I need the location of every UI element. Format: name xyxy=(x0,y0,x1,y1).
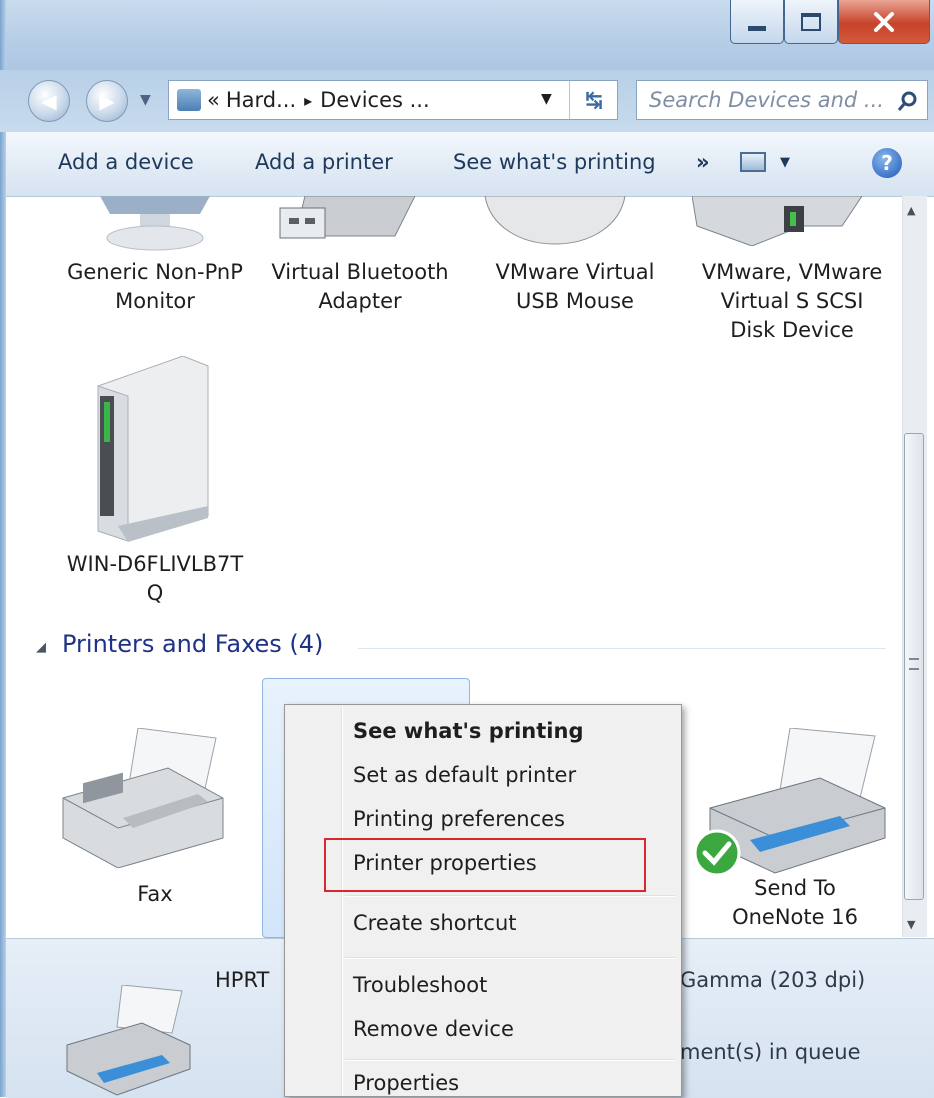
menu-gutter xyxy=(341,707,343,1096)
menu-separator xyxy=(345,957,675,959)
details-queue-status: ment(s) in queue xyxy=(680,1040,861,1064)
grip-icon xyxy=(909,658,919,670)
search-placeholder: Search Devices and ... xyxy=(649,88,884,112)
forward-arrow-icon: ▶ xyxy=(99,89,115,113)
details-printer-name: HPRT xyxy=(215,968,270,992)
change-view-button[interactable]: ▼ xyxy=(740,152,790,172)
maximize-button[interactable] xyxy=(784,0,838,44)
menu-item-set-default-printer[interactable]: Set as default printer xyxy=(353,763,576,787)
breadcrumb-hardware[interactable]: Hard... xyxy=(226,88,296,112)
menu-separator xyxy=(345,895,675,897)
minimize-button[interactable] xyxy=(730,0,784,44)
menu-separator xyxy=(345,1059,675,1061)
details-model: Gamma (203 dpi) xyxy=(680,968,866,992)
refresh-button[interactable]: ↹ xyxy=(569,81,618,119)
close-button[interactable] xyxy=(838,0,930,44)
add-device-button[interactable]: Add a device xyxy=(58,150,194,174)
fax-icon xyxy=(62,728,224,868)
collapse-section-icon[interactable]: ◢ xyxy=(36,640,46,655)
menu-item-properties[interactable]: Properties xyxy=(353,1071,459,1095)
help-icon: ? xyxy=(881,151,893,175)
menu-item-remove-device[interactable]: Remove device xyxy=(353,1017,514,1041)
maximize-icon xyxy=(801,12,821,31)
disk-icon xyxy=(692,196,863,246)
address-dropdown-icon[interactable]: ▼ xyxy=(541,91,552,107)
scroll-up-icon[interactable]: ▲ xyxy=(907,204,915,217)
breadcrumb-prefix[interactable]: « xyxy=(207,88,220,112)
toolbar-overflow-button[interactable]: » xyxy=(696,150,710,174)
add-printer-button[interactable]: Add a printer xyxy=(255,150,393,174)
control-panel-icon xyxy=(177,89,201,111)
device-label[interactable]: WIN-D6FLIVLB7T Q xyxy=(40,550,270,608)
search-icon[interactable] xyxy=(897,90,919,112)
breadcrumb-devices[interactable]: Devices ... xyxy=(320,88,429,112)
highlight-box xyxy=(324,838,646,892)
chevron-down-icon: ▼ xyxy=(140,92,151,108)
breadcrumb-separator[interactable]: ▸ xyxy=(304,91,312,110)
computer-tower-icon xyxy=(97,356,209,542)
default-check-icon xyxy=(693,829,741,877)
printer-icon xyxy=(66,985,191,1096)
device-label[interactable]: Virtual Bluetooth Adapter xyxy=(260,258,460,316)
view-icon xyxy=(740,152,766,172)
device-label[interactable]: VMware Virtual USB Mouse xyxy=(475,258,675,316)
scrollbar-thumb[interactable] xyxy=(904,433,924,900)
scroll-down-icon[interactable]: ▼ xyxy=(907,918,915,931)
device-label[interactable]: Generic Non-PnP Monitor xyxy=(50,258,260,316)
context-menu: See what's printing Set as default print… xyxy=(284,704,682,1097)
usb-adapter-icon xyxy=(279,196,416,239)
close-icon xyxy=(874,11,894,32)
monitor-icon xyxy=(100,196,210,251)
device-label[interactable]: Send To OneNote 16 xyxy=(700,874,890,932)
section-divider xyxy=(358,648,886,649)
recent-pages-dropdown[interactable]: ▼ xyxy=(140,92,151,108)
help-button[interactable]: ? xyxy=(872,148,902,178)
back-arrow-icon: ◀ xyxy=(41,89,57,113)
section-title[interactable]: Printers and Faxes (4) xyxy=(62,630,323,658)
back-button[interactable]: ◀ xyxy=(28,80,70,122)
see-whats-printing-button[interactable]: See what's printing xyxy=(453,150,656,174)
chevron-down-icon: ▼ xyxy=(780,154,790,170)
device-label[interactable]: VMware, VMware Virtual S SCSI Disk Devic… xyxy=(682,258,902,345)
mouse-icon xyxy=(484,196,626,245)
device-label[interactable]: Fax xyxy=(100,880,210,909)
address-bar[interactable]: « Hard... ▸ Devices ... ▼ ↹ xyxy=(168,80,618,120)
menu-item-see-whats-printing[interactable]: See what's printing xyxy=(353,719,583,743)
search-input[interactable]: Search Devices and ... xyxy=(636,80,928,120)
menu-item-printing-preferences[interactable]: Printing preferences xyxy=(353,807,565,831)
forward-button[interactable]: ▶ xyxy=(86,80,128,122)
minimize-icon xyxy=(748,26,766,31)
menu-item-create-shortcut[interactable]: Create shortcut xyxy=(353,911,517,935)
refresh-icon: ↹ xyxy=(585,88,603,112)
menu-item-troubleshoot[interactable]: Troubleshoot xyxy=(353,973,487,997)
